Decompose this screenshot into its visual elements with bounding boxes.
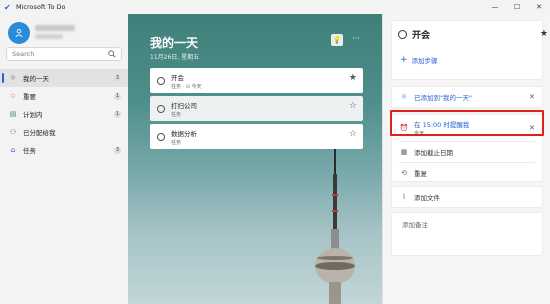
complete-checkbox[interactable] [157, 76, 165, 85]
sun-icon: ☼ [400, 93, 408, 101]
add-due-date-label: 添加截止日期 [414, 149, 453, 157]
star-icon[interactable]: ★ [349, 73, 357, 83]
search-icon[interactable] [108, 50, 116, 58]
suggestions-button[interactable]: 💡 [331, 34, 343, 46]
repeat-icon: ⟲ [401, 169, 407, 177]
sidebar-item-assigned[interactable]: ⚇ 已分配给我 [0, 123, 128, 141]
sidebar-item-label: 我的一天 [23, 75, 49, 83]
sidebar: Search ☼ 我的一天 3 ☆ 重要 1 ▤ 计划内 1 ⚇ 已分配给我 ⌂… [0, 14, 128, 304]
task-list-pane: 我的一天 11月26日, 星期五 💡 ··· 开会 任务 · ⊙ 今天 ★ 打扫… [128, 14, 382, 304]
plus-icon: + [400, 55, 408, 65]
complete-checkbox[interactable] [398, 29, 407, 39]
task-title: 数据分析 [171, 129, 197, 138]
blurred-user-name [35, 25, 75, 31]
person-icon: ⚇ [9, 128, 17, 136]
added-to-my-day-label: 已添加到"我的一天" [414, 94, 472, 102]
task-body: 数据分析 任务 [171, 128, 363, 146]
sidebar-item-my-day[interactable]: ☼ 我的一天 3 [0, 69, 128, 87]
search-box[interactable]: Search [6, 47, 122, 61]
sidebar-item-important[interactable]: ☆ 重要 1 [0, 87, 128, 105]
task-subtitle: 任务 · ⊙ 今天 [171, 83, 202, 90]
app-title: Microsoft To Do [16, 3, 66, 11]
star-outline-icon[interactable]: ☆ [349, 101, 357, 111]
paperclip-icon: ⌇ [402, 193, 406, 201]
sidebar-item-label: 任务 [23, 147, 36, 155]
sidebar-item-tasks[interactable]: ⌂ 任务 3 [0, 141, 128, 159]
add-due-date-row[interactable]: ▦ 添加截止日期 [392, 142, 542, 162]
complete-checkbox[interactable] [157, 132, 165, 141]
count-badge: 1 [114, 92, 121, 100]
add-file-label: 添加文件 [414, 194, 440, 202]
task-title: 开会 [171, 73, 184, 82]
task-subtitle: 任务 [171, 111, 182, 118]
home-icon: ⌂ [10, 146, 16, 154]
task-item[interactable]: 数据分析 任务 ☆ [150, 124, 363, 149]
add-step-label: 添加步骤 [411, 57, 438, 65]
task-item[interactable]: 打扫公司 任务 ☆ [150, 96, 363, 121]
star-icon: ☆ [9, 92, 17, 100]
page-date: 11月26日, 星期五 [150, 54, 200, 61]
task-title-card: 开会 ★ + 添加步骤 [391, 20, 548, 80]
title-bar: ✔ Microsoft To Do — ☐ ✕ [0, 0, 550, 14]
avatar[interactable] [8, 22, 30, 44]
calendar-icon: ▤ [9, 110, 17, 118]
task-item[interactable]: 开会 任务 · ⊙ 今天 ★ [150, 68, 363, 93]
page-title: 我的一天 [150, 36, 199, 50]
sidebar-nav: ☼ 我的一天 3 ☆ 重要 1 ▤ 计划内 1 ⚇ 已分配给我 ⌂ 任务 3 [0, 69, 128, 159]
minimize-button[interactable]: — [484, 0, 506, 14]
maximize-button[interactable]: ☐ [506, 0, 528, 14]
window-controls: — ☐ ✕ [484, 0, 550, 14]
close-button[interactable]: ✕ [528, 0, 550, 14]
count-badge: 1 [114, 110, 121, 118]
task-body: 开会 任务 · ⊙ 今天 [171, 72, 363, 90]
task-subtitle: 任务 [171, 139, 182, 146]
person-icon [15, 28, 23, 38]
more-options-button[interactable]: ··· [350, 34, 362, 46]
added-to-my-day-row[interactable]: ☼ 已添加到"我的一天" ✕ [392, 92, 542, 102]
calendar-icon: ▦ [400, 148, 408, 156]
detail-task-title[interactable]: 开会 [412, 28, 540, 41]
file-card: ⌇ 添加文件 [391, 186, 543, 208]
blurred-user-email [35, 34, 63, 39]
remove-icon[interactable]: ✕ [529, 93, 535, 101]
sidebar-item-label: 重要 [23, 93, 36, 101]
sun-icon: ☼ [9, 74, 17, 82]
lightbulb-icon: 💡 [332, 36, 342, 44]
count-badge: 3 [114, 74, 121, 82]
add-note-input[interactable]: 添加备注 [402, 219, 428, 229]
detail-title-row: 开会 ★ [398, 25, 548, 43]
repeat-row[interactable]: ⟲ 重复 [392, 163, 542, 183]
star-outline-icon[interactable]: ☆ [349, 129, 357, 139]
note-card[interactable]: 添加备注 [391, 212, 543, 256]
task-body: 打扫公司 任务 [171, 100, 363, 118]
search-input[interactable]: Search [12, 50, 108, 58]
complete-checkbox[interactable] [157, 104, 165, 113]
add-file-row[interactable]: ⌇ 添加文件 [392, 192, 542, 202]
my-day-card: ☼ 已添加到"我的一天" ✕ [391, 86, 543, 108]
sidebar-item-planned[interactable]: ▤ 计划内 1 [0, 105, 128, 123]
star-icon[interactable]: ★ [540, 29, 548, 39]
reminder-highlight-box [390, 110, 544, 136]
sidebar-item-label: 计划内 [23, 111, 43, 119]
add-step-button[interactable]: + 添加步骤 [400, 55, 438, 65]
task-title: 打扫公司 [171, 101, 197, 110]
ellipsis-icon: ··· [352, 34, 360, 43]
todo-logo-icon: ✔ [4, 2, 11, 12]
sidebar-item-label: 已分配给我 [23, 129, 56, 137]
count-badge: 3 [114, 146, 121, 154]
repeat-label: 重复 [414, 170, 427, 178]
task-detail-panel: 开会 ★ + 添加步骤 ☼ 已添加到"我的一天" ✕ ⏰ 在 15:00 时提醒… [382, 14, 550, 304]
